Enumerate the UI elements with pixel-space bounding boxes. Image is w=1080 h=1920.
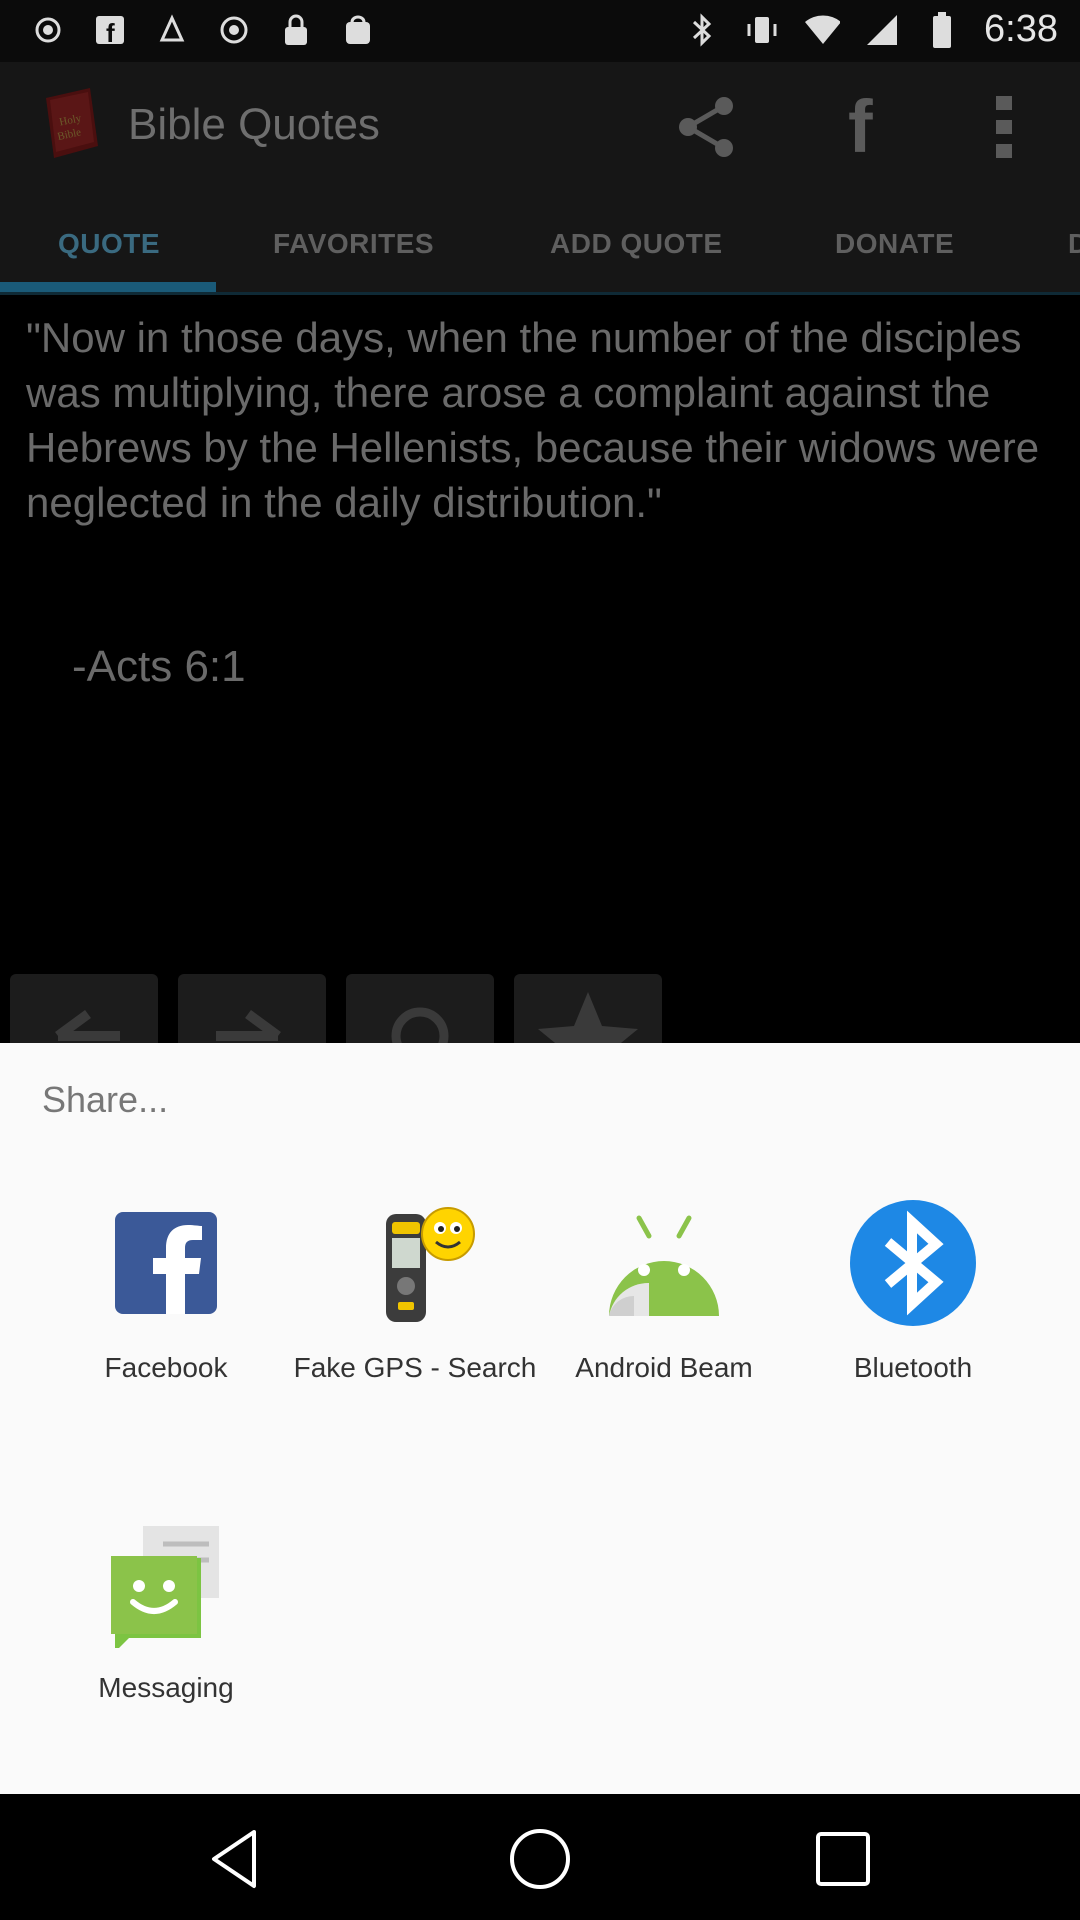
search-icon bbox=[391, 1007, 449, 1044]
vibrate-icon bbox=[744, 12, 780, 48]
bag-icon bbox=[340, 12, 376, 48]
share-label: Bluetooth bbox=[853, 1352, 973, 1383]
battery-icon bbox=[924, 11, 960, 48]
home-icon[interactable] bbox=[505, 1824, 575, 1894]
share-bluetooth[interactable]: Bluetooth bbox=[788, 1198, 1038, 1384]
star-icon bbox=[538, 992, 638, 1044]
tab-add-quote[interactable]: ADD QUOTE bbox=[550, 228, 723, 260]
share-facebook[interactable]: Facebook bbox=[41, 1198, 291, 1384]
app-bar: Holy Bible Bible Quotes f bbox=[0, 62, 1080, 190]
tab-quote[interactable]: QUOTE bbox=[58, 228, 160, 260]
messaging-icon bbox=[111, 1526, 219, 1648]
share-title: Share... bbox=[42, 1079, 169, 1120]
share-sheet: Share... Facebook Fake GPS - Search Andr… bbox=[0, 1043, 1080, 1794]
lock-icon bbox=[278, 12, 314, 48]
facebook-icon: f bbox=[92, 12, 128, 48]
share-label: Messaging bbox=[98, 1672, 234, 1703]
recents-icon[interactable] bbox=[808, 1824, 878, 1894]
back-icon[interactable] bbox=[202, 1824, 272, 1894]
favorite-button[interactable] bbox=[514, 974, 662, 1044]
bible-logo-icon: Holy Bible bbox=[38, 84, 104, 162]
svg-text:f: f bbox=[848, 90, 873, 160]
previous-button[interactable] bbox=[10, 974, 158, 1044]
tab-more[interactable]: D bbox=[1068, 228, 1080, 260]
tab-indicator bbox=[0, 282, 216, 292]
fake-gps-icon bbox=[154, 12, 190, 48]
notification-dot-icon bbox=[30, 12, 66, 48]
next-button[interactable] bbox=[178, 974, 326, 1044]
bluetooth-icon bbox=[850, 1200, 976, 1326]
facebook-icon bbox=[115, 1212, 217, 1314]
status-bar: f 6:38 bbox=[0, 0, 1080, 62]
quote-controls bbox=[10, 974, 662, 1044]
tab-bar: QUOTE FAVORITES ADD QUOTE DONATE D bbox=[0, 190, 1080, 295]
svg-text:f: f bbox=[106, 18, 115, 46]
share-label: Android Beam bbox=[575, 1352, 753, 1383]
quote-reference: -Acts 6:1 bbox=[72, 642, 246, 691]
share-label: Facebook bbox=[104, 1352, 228, 1383]
share-label: Fake GPS - Search bbox=[293, 1352, 537, 1383]
navigation-bar bbox=[0, 1794, 1080, 1920]
tab-favorites[interactable]: FAVORITES bbox=[273, 228, 434, 260]
quote-text: "Now in those days, when the number of t… bbox=[26, 314, 1040, 526]
app-title: Bible Quotes bbox=[128, 100, 380, 149]
fake-gps-icon bbox=[386, 1207, 475, 1322]
signal-icon bbox=[864, 12, 900, 48]
tab-donate[interactable]: DONATE bbox=[835, 228, 954, 260]
record-icon bbox=[216, 12, 252, 48]
wifi-icon bbox=[804, 12, 841, 48]
arrow-right-icon bbox=[216, 1009, 281, 1041]
search-button[interactable] bbox=[346, 974, 494, 1044]
clock: 6:38 bbox=[984, 8, 1058, 50]
bluetooth-icon bbox=[684, 12, 720, 48]
share-android-beam[interactable]: Android Beam bbox=[539, 1198, 789, 1384]
more-options-icon[interactable] bbox=[990, 92, 1020, 162]
facebook-icon[interactable]: f bbox=[842, 85, 892, 168]
share-fake-gps[interactable]: Fake GPS - Search bbox=[290, 1198, 540, 1384]
arrow-left-icon bbox=[55, 1009, 120, 1041]
android-beam-icon bbox=[609, 1215, 719, 1316]
share-icon[interactable] bbox=[672, 92, 742, 162]
share-messaging[interactable]: Messaging bbox=[41, 1518, 291, 1704]
